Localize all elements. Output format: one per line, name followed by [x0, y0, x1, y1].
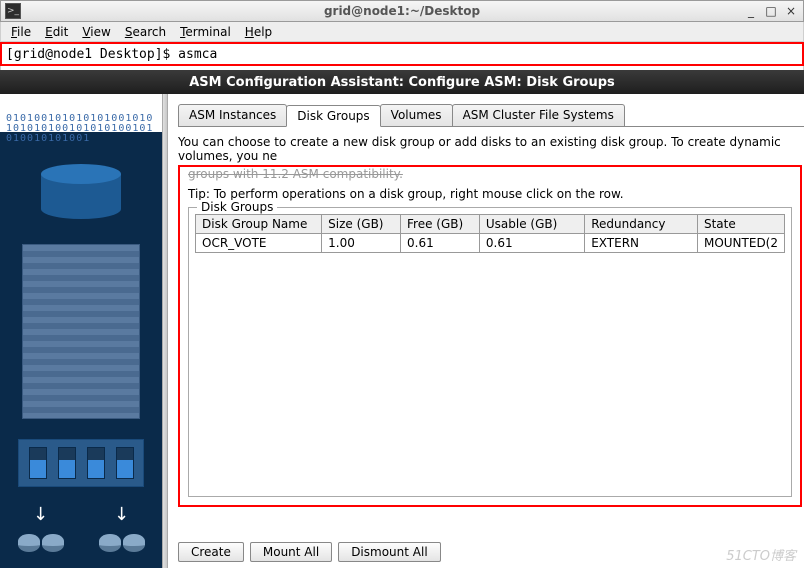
cell-size: 1.00 — [322, 234, 401, 253]
asm-window-body: 0101001010101010010101010101001010101001… — [0, 94, 804, 568]
menu-edit[interactable]: Edit — [39, 24, 74, 40]
menu-help[interactable]: Help — [239, 24, 278, 40]
main-panel: ASM Instances Disk Groups Volumes ASM Cl… — [168, 94, 804, 568]
dismount-all-button[interactable]: Dismount All — [338, 542, 440, 562]
terminal-menubar: File Edit View Search Terminal Help — [0, 22, 804, 42]
database-icon — [41, 164, 121, 224]
terminal-command-line[interactable]: [grid@node1 Desktop]$ asmca — [0, 42, 804, 66]
menu-file[interactable]: File — [5, 24, 37, 40]
window-minimize-icon[interactable]: _ — [743, 4, 759, 18]
terminal-title: grid@node1:~/Desktop — [1, 4, 803, 18]
menu-search[interactable]: Search — [119, 24, 172, 40]
tip-text: Tip: To perform operations on a disk gro… — [188, 187, 792, 201]
col-usable[interactable]: Usable (GB) — [479, 215, 584, 234]
highlighted-area: groups with 11.2 ASM compatibility. Tip:… — [178, 165, 802, 507]
instructions-line: You can choose to create a new disk grou… — [178, 135, 800, 163]
window-close-icon[interactable]: × — [783, 4, 799, 18]
fieldset-legend: Disk Groups — [197, 200, 277, 214]
disk-groups-table[interactable]: Disk Group Name Size (GB) Free (GB) Usab… — [195, 214, 785, 253]
mount-all-button[interactable]: Mount All — [250, 542, 332, 562]
cell-redundancy: EXTERN — [585, 234, 698, 253]
instructions-cutoff: groups with 11.2 ASM compatibility. — [188, 167, 403, 181]
watermark: 51CTO博客 — [726, 545, 796, 564]
tab-volumes[interactable]: Volumes — [380, 104, 453, 126]
arrow-down-icon: ↓↓ — [0, 494, 162, 534]
tab-disk-groups[interactable]: Disk Groups — [286, 105, 380, 127]
col-state[interactable]: State — [697, 215, 784, 234]
create-button[interactable]: Create — [178, 542, 244, 562]
button-row: Create Mount All Dismount All — [178, 542, 441, 562]
tab-asm-instances[interactable]: ASM Instances — [178, 104, 287, 126]
cell-name: OCR_VOTE — [196, 234, 322, 253]
terminal-titlebar: >_ grid@node1:~/Desktop _ □ × — [0, 0, 804, 22]
asm-window-titlebar: ASM Configuration Assistant: Configure A… — [0, 70, 804, 94]
window-maximize-icon[interactable]: □ — [763, 4, 779, 18]
tab-asm-cluster-fs[interactable]: ASM Cluster File Systems — [452, 104, 625, 126]
col-size[interactable]: Size (GB) — [322, 215, 401, 234]
col-name[interactable]: Disk Group Name — [196, 215, 322, 234]
cell-state: MOUNTED(2 — [697, 234, 784, 253]
storage-unit-icon — [18, 439, 144, 487]
disk-groups-fieldset: Disk Groups Disk Group Name Size (GB) Fr… — [188, 207, 792, 497]
menu-terminal[interactable]: Terminal — [174, 24, 237, 40]
terminal-prompt-text: [grid@node1 Desktop]$ asmca — [6, 47, 217, 62]
asm-tabs: ASM Instances Disk Groups Volumes ASM Cl… — [178, 104, 804, 127]
table-row[interactable]: OCR_VOTE 1.00 0.61 0.61 EXTERN MOUNTED(2 — [196, 234, 785, 253]
col-free[interactable]: Free (GB) — [401, 215, 480, 234]
server-rack-icon — [22, 244, 140, 419]
cell-usable: 0.61 — [479, 234, 584, 253]
asm-window-title: ASM Configuration Assistant: Configure A… — [189, 75, 615, 90]
col-redundancy[interactable]: Redundancy — [585, 215, 698, 234]
cell-free: 0.61 — [401, 234, 480, 253]
menu-view[interactable]: View — [76, 24, 116, 40]
table-header-row: Disk Group Name Size (GB) Free (GB) Usab… — [196, 215, 785, 234]
disk-array-icon — [0, 534, 162, 552]
sidebar-illustration: 0101001010101010010101010101001010101001… — [0, 94, 162, 568]
